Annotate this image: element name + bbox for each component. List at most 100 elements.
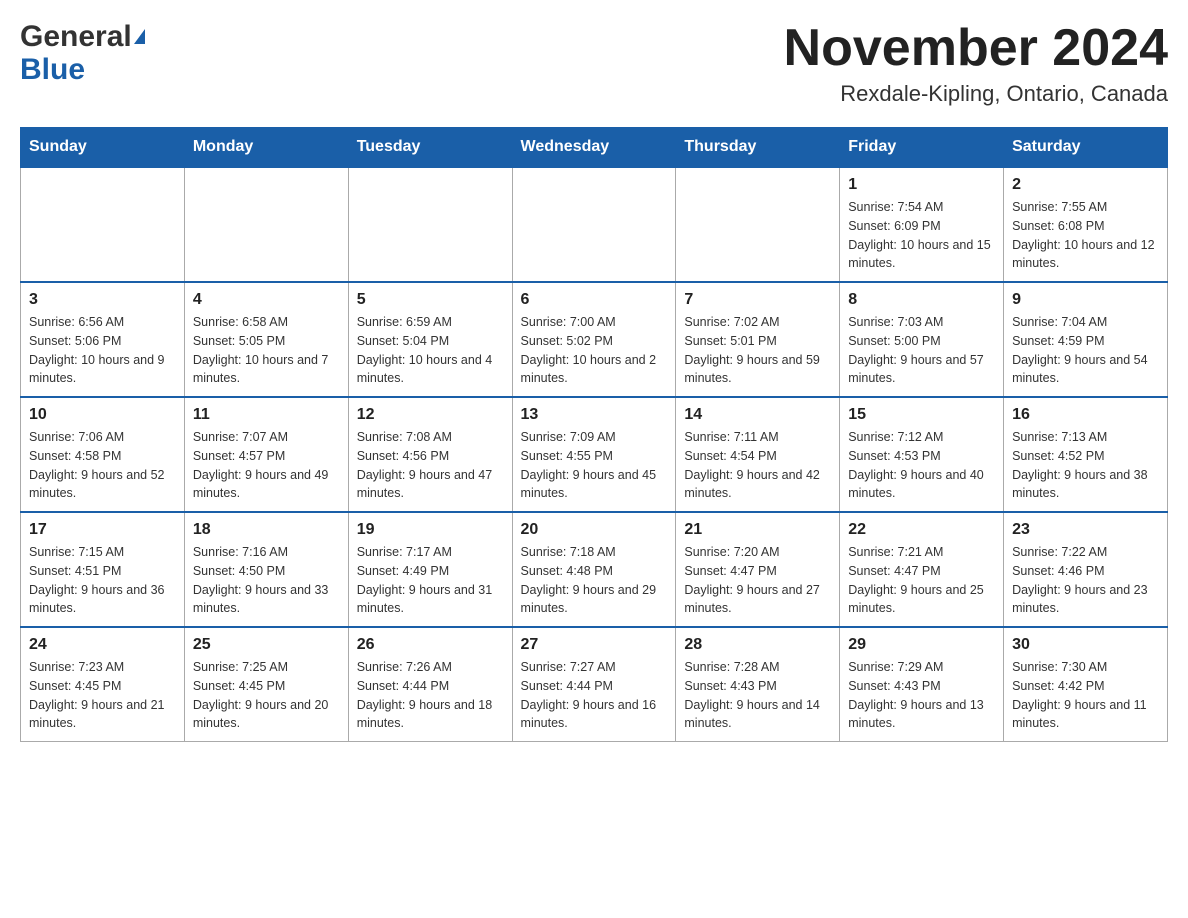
day-info: Sunrise: 7:20 AMSunset: 4:47 PMDaylight:… bbox=[684, 543, 831, 618]
day-number: 6 bbox=[521, 291, 668, 309]
col-thursday: Thursday bbox=[676, 128, 840, 168]
day-number: 26 bbox=[357, 636, 504, 654]
calendar-day: 22 Sunrise: 7:21 AMSunset: 4:47 PMDaylig… bbox=[840, 512, 1004, 627]
day-info: Sunrise: 7:08 AMSunset: 4:56 PMDaylight:… bbox=[357, 428, 504, 503]
week-row-5: 24 Sunrise: 7:23 AMSunset: 4:45 PMDaylig… bbox=[21, 627, 1168, 742]
calendar-day: 28 Sunrise: 7:28 AMSunset: 4:43 PMDaylig… bbox=[676, 627, 840, 742]
day-info: Sunrise: 7:18 AMSunset: 4:48 PMDaylight:… bbox=[521, 543, 668, 618]
col-monday: Monday bbox=[184, 128, 348, 168]
day-info: Sunrise: 7:55 AMSunset: 6:08 PMDaylight:… bbox=[1012, 198, 1159, 273]
day-info: Sunrise: 7:09 AMSunset: 4:55 PMDaylight:… bbox=[521, 428, 668, 503]
day-number: 28 bbox=[684, 636, 831, 654]
calendar-day: 25 Sunrise: 7:25 AMSunset: 4:45 PMDaylig… bbox=[184, 627, 348, 742]
day-info: Sunrise: 7:02 AMSunset: 5:01 PMDaylight:… bbox=[684, 313, 831, 388]
calendar-day: 15 Sunrise: 7:12 AMSunset: 4:53 PMDaylig… bbox=[840, 397, 1004, 512]
calendar-day: 19 Sunrise: 7:17 AMSunset: 4:49 PMDaylig… bbox=[348, 512, 512, 627]
col-tuesday: Tuesday bbox=[348, 128, 512, 168]
day-info: Sunrise: 7:12 AMSunset: 4:53 PMDaylight:… bbox=[848, 428, 995, 503]
day-number: 8 bbox=[848, 291, 995, 309]
calendar-day: 4 Sunrise: 6:58 AMSunset: 5:05 PMDayligh… bbox=[184, 282, 348, 397]
calendar-day: 10 Sunrise: 7:06 AMSunset: 4:58 PMDaylig… bbox=[21, 397, 185, 512]
calendar-day bbox=[184, 167, 348, 282]
day-info: Sunrise: 7:15 AMSunset: 4:51 PMDaylight:… bbox=[29, 543, 176, 618]
day-number: 7 bbox=[684, 291, 831, 309]
day-number: 17 bbox=[29, 521, 176, 539]
location: Rexdale-Kipling, Ontario, Canada bbox=[784, 81, 1168, 107]
logo-triangle-icon bbox=[134, 29, 145, 44]
calendar-day: 3 Sunrise: 6:56 AMSunset: 5:06 PMDayligh… bbox=[21, 282, 185, 397]
calendar-day: 7 Sunrise: 7:02 AMSunset: 5:01 PMDayligh… bbox=[676, 282, 840, 397]
calendar-day: 6 Sunrise: 7:00 AMSunset: 5:02 PMDayligh… bbox=[512, 282, 676, 397]
week-row-2: 3 Sunrise: 6:56 AMSunset: 5:06 PMDayligh… bbox=[21, 282, 1168, 397]
calendar-day: 13 Sunrise: 7:09 AMSunset: 4:55 PMDaylig… bbox=[512, 397, 676, 512]
day-number: 9 bbox=[1012, 291, 1159, 309]
col-wednesday: Wednesday bbox=[512, 128, 676, 168]
month-title: November 2024 bbox=[784, 20, 1168, 77]
col-friday: Friday bbox=[840, 128, 1004, 168]
day-info: Sunrise: 7:54 AMSunset: 6:09 PMDaylight:… bbox=[848, 198, 995, 273]
day-info: Sunrise: 7:26 AMSunset: 4:44 PMDaylight:… bbox=[357, 658, 504, 733]
day-number: 16 bbox=[1012, 406, 1159, 424]
day-info: Sunrise: 7:13 AMSunset: 4:52 PMDaylight:… bbox=[1012, 428, 1159, 503]
calendar-day: 18 Sunrise: 7:16 AMSunset: 4:50 PMDaylig… bbox=[184, 512, 348, 627]
day-number: 18 bbox=[193, 521, 340, 539]
day-number: 4 bbox=[193, 291, 340, 309]
day-info: Sunrise: 6:56 AMSunset: 5:06 PMDaylight:… bbox=[29, 313, 176, 388]
calendar-table: Sunday Monday Tuesday Wednesday Thursday… bbox=[20, 127, 1168, 742]
day-number: 3 bbox=[29, 291, 176, 309]
calendar-day: 1 Sunrise: 7:54 AMSunset: 6:09 PMDayligh… bbox=[840, 167, 1004, 282]
day-number: 11 bbox=[193, 406, 340, 424]
week-row-3: 10 Sunrise: 7:06 AMSunset: 4:58 PMDaylig… bbox=[21, 397, 1168, 512]
calendar-day: 29 Sunrise: 7:29 AMSunset: 4:43 PMDaylig… bbox=[840, 627, 1004, 742]
day-number: 2 bbox=[1012, 176, 1159, 194]
day-info: Sunrise: 7:00 AMSunset: 5:02 PMDaylight:… bbox=[521, 313, 668, 388]
calendar-day: 24 Sunrise: 7:23 AMSunset: 4:45 PMDaylig… bbox=[21, 627, 185, 742]
calendar-day: 20 Sunrise: 7:18 AMSunset: 4:48 PMDaylig… bbox=[512, 512, 676, 627]
day-number: 5 bbox=[357, 291, 504, 309]
day-info: Sunrise: 7:16 AMSunset: 4:50 PMDaylight:… bbox=[193, 543, 340, 618]
calendar-day bbox=[676, 167, 840, 282]
calendar-day bbox=[512, 167, 676, 282]
page-header: General Blue November 2024 Rexdale-Kipli… bbox=[20, 20, 1168, 107]
week-row-1: 1 Sunrise: 7:54 AMSunset: 6:09 PMDayligh… bbox=[21, 167, 1168, 282]
day-number: 21 bbox=[684, 521, 831, 539]
day-info: Sunrise: 7:11 AMSunset: 4:54 PMDaylight:… bbox=[684, 428, 831, 503]
calendar-day: 14 Sunrise: 7:11 AMSunset: 4:54 PMDaylig… bbox=[676, 397, 840, 512]
col-saturday: Saturday bbox=[1004, 128, 1168, 168]
day-info: Sunrise: 7:17 AMSunset: 4:49 PMDaylight:… bbox=[357, 543, 504, 618]
day-number: 1 bbox=[848, 176, 995, 194]
day-number: 29 bbox=[848, 636, 995, 654]
calendar-header-row: Sunday Monday Tuesday Wednesday Thursday… bbox=[21, 128, 1168, 168]
title-area: November 2024 Rexdale-Kipling, Ontario, … bbox=[784, 20, 1168, 107]
calendar-day: 11 Sunrise: 7:07 AMSunset: 4:57 PMDaylig… bbox=[184, 397, 348, 512]
calendar-day: 21 Sunrise: 7:20 AMSunset: 4:47 PMDaylig… bbox=[676, 512, 840, 627]
day-number: 24 bbox=[29, 636, 176, 654]
day-number: 25 bbox=[193, 636, 340, 654]
day-info: Sunrise: 7:03 AMSunset: 5:00 PMDaylight:… bbox=[848, 313, 995, 388]
logo: General Blue bbox=[20, 20, 145, 86]
calendar-day: 16 Sunrise: 7:13 AMSunset: 4:52 PMDaylig… bbox=[1004, 397, 1168, 512]
day-number: 14 bbox=[684, 406, 831, 424]
day-info: Sunrise: 7:29 AMSunset: 4:43 PMDaylight:… bbox=[848, 658, 995, 733]
calendar-day bbox=[348, 167, 512, 282]
calendar-day bbox=[21, 167, 185, 282]
calendar-day: 17 Sunrise: 7:15 AMSunset: 4:51 PMDaylig… bbox=[21, 512, 185, 627]
day-info: Sunrise: 7:06 AMSunset: 4:58 PMDaylight:… bbox=[29, 428, 176, 503]
day-number: 19 bbox=[357, 521, 504, 539]
day-number: 27 bbox=[521, 636, 668, 654]
day-info: Sunrise: 7:27 AMSunset: 4:44 PMDaylight:… bbox=[521, 658, 668, 733]
day-number: 20 bbox=[521, 521, 668, 539]
day-number: 10 bbox=[29, 406, 176, 424]
day-info: Sunrise: 7:28 AMSunset: 4:43 PMDaylight:… bbox=[684, 658, 831, 733]
day-info: Sunrise: 7:25 AMSunset: 4:45 PMDaylight:… bbox=[193, 658, 340, 733]
week-row-4: 17 Sunrise: 7:15 AMSunset: 4:51 PMDaylig… bbox=[21, 512, 1168, 627]
day-number: 22 bbox=[848, 521, 995, 539]
calendar-day: 9 Sunrise: 7:04 AMSunset: 4:59 PMDayligh… bbox=[1004, 282, 1168, 397]
day-info: Sunrise: 7:21 AMSunset: 4:47 PMDaylight:… bbox=[848, 543, 995, 618]
day-info: Sunrise: 7:30 AMSunset: 4:42 PMDaylight:… bbox=[1012, 658, 1159, 733]
calendar-day: 2 Sunrise: 7:55 AMSunset: 6:08 PMDayligh… bbox=[1004, 167, 1168, 282]
day-number: 13 bbox=[521, 406, 668, 424]
day-number: 15 bbox=[848, 406, 995, 424]
calendar-day: 27 Sunrise: 7:27 AMSunset: 4:44 PMDaylig… bbox=[512, 627, 676, 742]
day-info: Sunrise: 7:04 AMSunset: 4:59 PMDaylight:… bbox=[1012, 313, 1159, 388]
